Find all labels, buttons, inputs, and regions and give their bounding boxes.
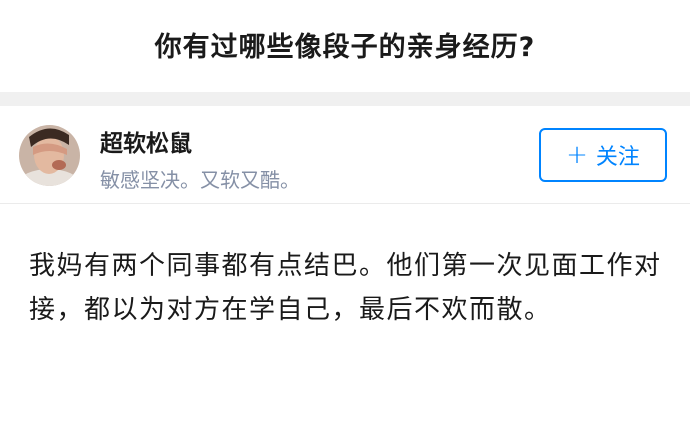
- user-avatar-icon[interactable]: [19, 125, 80, 186]
- section-divider: [0, 92, 690, 106]
- author-name[interactable]: 超软松鼠: [100, 124, 192, 158]
- follow-button-label: 关注: [595, 145, 640, 170]
- plus-icon: +: [566, 140, 588, 170]
- author-bio: 敏感坚决。又软又酷。: [100, 168, 300, 192]
- author-info-bar: 超软松鼠 敏感坚决。又软又酷。 + 关注: [0, 106, 690, 204]
- follow-button[interactable]: + 关注: [539, 128, 667, 182]
- question-header: 你有过哪些像段子的亲身经历?: [0, 0, 690, 92]
- question-title[interactable]: 你有过哪些像段子的亲身经历?: [155, 25, 536, 64]
- answer-text: 我妈有两个同事都有点结巴。他们第一次见面工作对接，都以为对方在学自己，最后不欢而…: [29, 251, 662, 325]
